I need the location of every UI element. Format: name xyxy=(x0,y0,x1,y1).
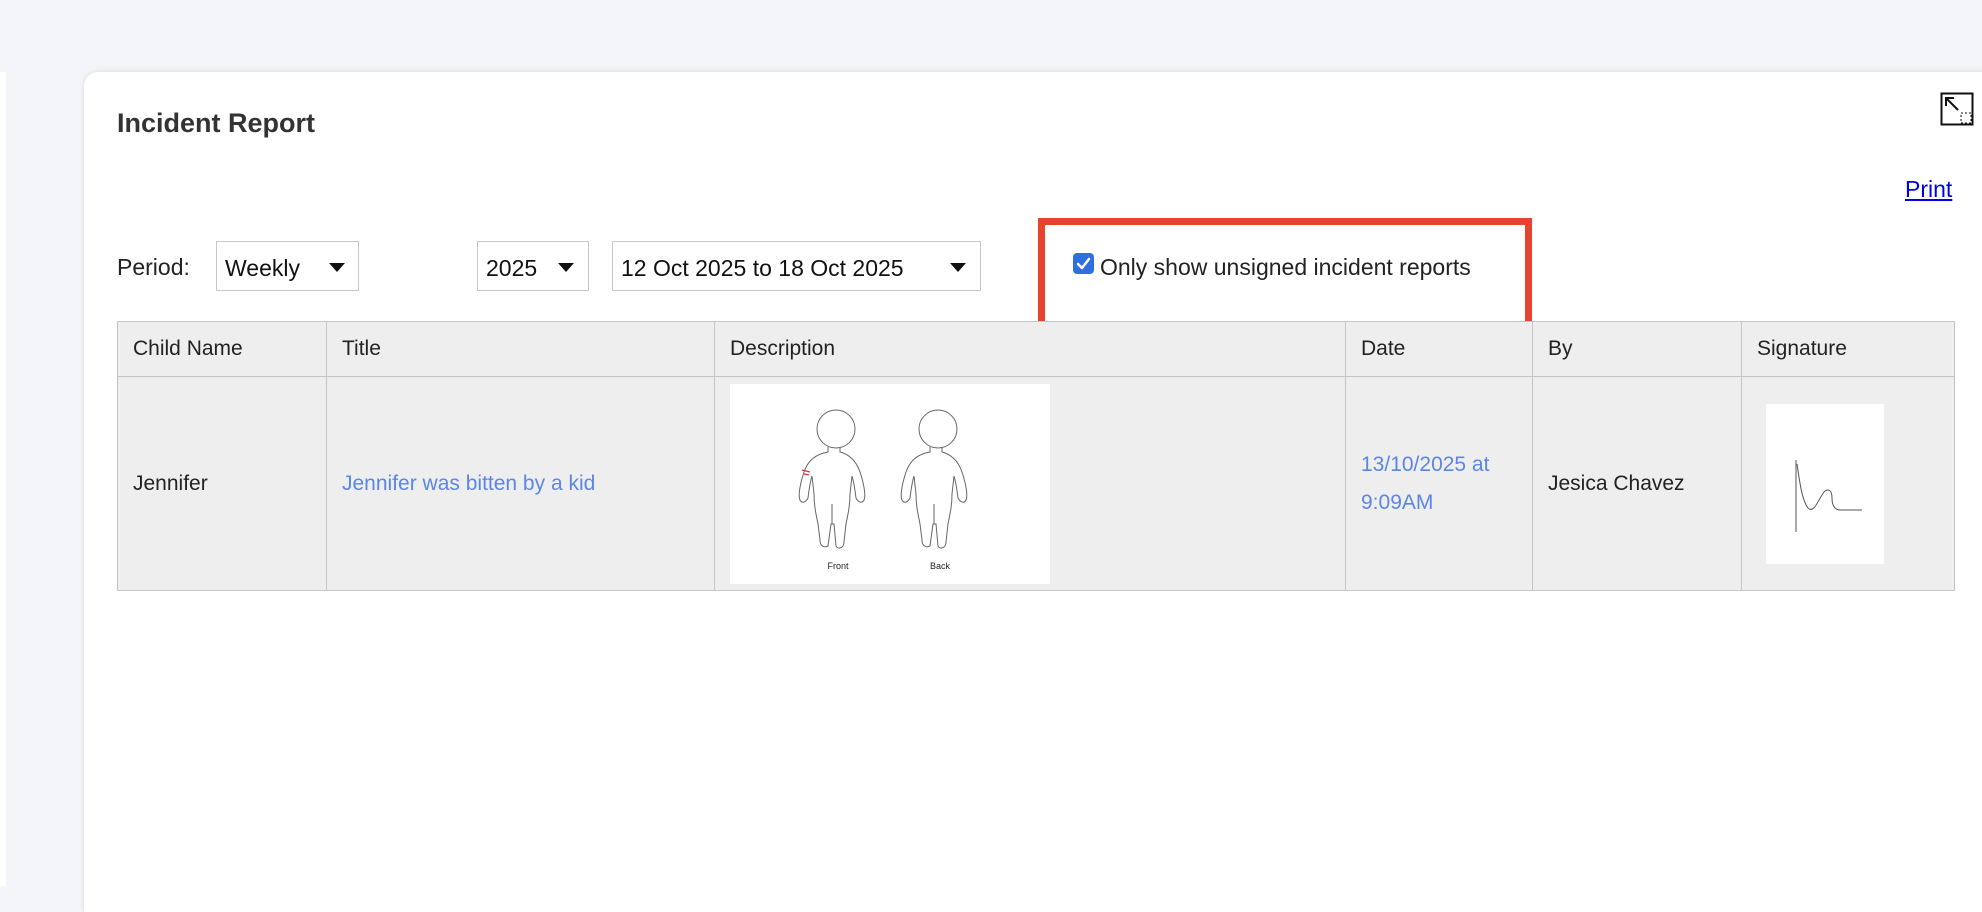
period-select-value: Weekly xyxy=(225,255,300,281)
front-label: Front xyxy=(827,561,849,571)
back-label: Back xyxy=(930,561,951,571)
signature-image[interactable] xyxy=(1766,403,1884,564)
caret-down-icon xyxy=(329,263,345,272)
year-select-value: 2025 xyxy=(486,255,538,281)
column-header-by[interactable]: By xyxy=(1532,321,1742,377)
column-header-date[interactable]: Date xyxy=(1345,321,1533,377)
column-header-child-name[interactable]: Child Name xyxy=(117,321,327,377)
expand-icon[interactable] xyxy=(1940,92,1974,126)
caret-down-icon xyxy=(950,263,966,272)
incident-title-link[interactable]: Jennifer was bitten by a kid xyxy=(342,472,595,495)
sidebar-edge xyxy=(0,72,6,886)
incident-date-link[interactable]: 13/10/2025 at 9:09AM xyxy=(1361,446,1532,522)
date-range-select[interactable]: 12 Oct 2025 to 18 Oct 2025 xyxy=(612,241,981,291)
date-cell: 13/10/2025 at 9:09AM xyxy=(1345,376,1533,591)
unsigned-only-checkbox[interactable] xyxy=(1073,253,1094,274)
column-header-signature[interactable]: Signature xyxy=(1741,321,1955,377)
by-cell: Jesica Chavez xyxy=(1532,376,1742,591)
signature-cell xyxy=(1741,376,1955,591)
year-select[interactable]: 2025 xyxy=(477,241,589,291)
date-line-2: 9:09AM xyxy=(1361,490,1434,514)
period-label: Period: xyxy=(117,254,190,280)
body-diagram-image[interactable]: Front Back xyxy=(730,383,1050,584)
date-range-select-value: 12 Oct 2025 to 18 Oct 2025 xyxy=(621,255,904,281)
unsigned-only-label[interactable]: Only show unsigned incident reports xyxy=(1100,254,1471,281)
incident-table: Child Name Title Description Date By Sig… xyxy=(117,321,1955,591)
date-line-1: 13/10/2025 at xyxy=(1361,452,1490,476)
description-cell: Front Back xyxy=(714,376,1346,591)
caret-down-icon xyxy=(558,263,574,272)
column-header-title[interactable]: Title xyxy=(326,321,715,377)
table-row[interactable]: Jennifer Jennifer was bitten by a kid Fr… xyxy=(117,376,1955,591)
title-cell: Jennifer was bitten by a kid xyxy=(326,376,715,591)
column-header-description[interactable]: Description xyxy=(714,321,1346,377)
print-link[interactable]: Print xyxy=(1905,176,1952,203)
checkbox-checked-icon xyxy=(1076,257,1091,270)
table-header-row: Child Name Title Description Date By Sig… xyxy=(117,321,1955,377)
page-title: Incident Report xyxy=(117,108,316,138)
period-select[interactable]: Weekly xyxy=(216,241,359,291)
child-name-cell: Jennifer xyxy=(117,376,327,591)
